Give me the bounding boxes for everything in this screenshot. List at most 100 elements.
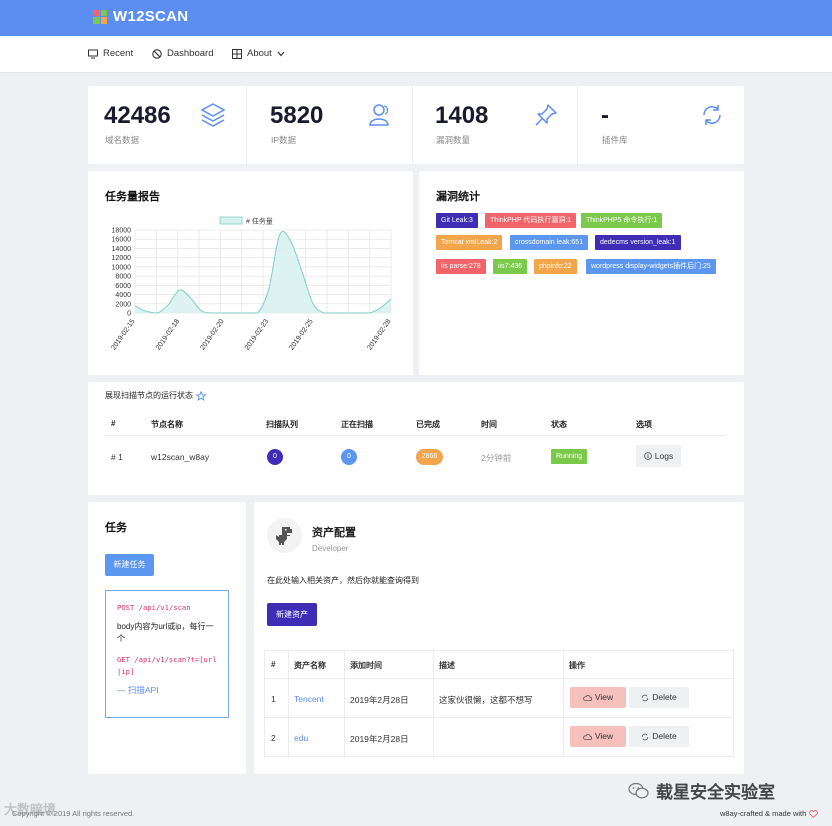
api-get: GET /api/v1/scan?t=[url|ip] (117, 655, 217, 676)
col-header: 操作 (569, 661, 585, 670)
stat-value: - (601, 102, 609, 129)
tasks-title: 任务 (105, 522, 127, 534)
delete-label: Delete (652, 731, 677, 741)
dashboard-icon (152, 48, 162, 59)
top-bar: W12SCAN (0, 0, 832, 36)
col-header: 状态 (551, 420, 567, 429)
col-header: 节点名称 (151, 420, 183, 429)
col-header: 资产名称 (294, 661, 326, 670)
asset-id: 1 (271, 694, 276, 704)
credit-text: w8ay-crafted & made with (720, 809, 807, 818)
node-time: 2分钟前 (481, 453, 512, 463)
vuln-tag[interactable]: Git Leak:3 (436, 213, 478, 228)
delete-button[interactable]: Delete (629, 687, 689, 708)
col-header: 正在扫描 (341, 420, 373, 429)
col-header: # (271, 660, 276, 669)
footer: 大数暗境 Copyright © 2019 All rights reserve… (0, 782, 832, 826)
vuln-tag[interactable]: dedecms version_leak:1 (595, 235, 681, 250)
vuln-tag[interactable]: Tomcat xmlLeak:2 (436, 235, 503, 250)
assets-table: # 资产名称 添加时间 描述 操作 1 Tencent 2019年2月28日 这… (264, 650, 734, 757)
nav-bar: Recent Dashboard About (0, 36, 832, 73)
col-header: 已完成 (416, 420, 440, 429)
y-tick-label: 12000 (112, 255, 132, 262)
col-header: 选项 (636, 420, 652, 429)
y-tick-label: 4000 (115, 292, 131, 299)
task-chart: 0 2000 4000 6000 8000 10000 12000 14000 16000 180… (110, 216, 392, 352)
x-tick-label: 2019-02-20 (199, 318, 225, 351)
nav-dashboard[interactable]: Dashboard (152, 48, 213, 59)
asset-name-link[interactable]: Tencent (294, 694, 324, 704)
nav-recent[interactable]: Recent (88, 48, 133, 59)
vuln-tag[interactable]: crossdomain leak:651 (510, 235, 589, 250)
scanning-badge: 0 (341, 449, 357, 465)
status-badge: Running (551, 449, 588, 464)
app-logo-icon (93, 9, 107, 24)
x-tick-label: 2019-02-18 (155, 318, 181, 351)
brand[interactable]: W12SCAN (93, 8, 188, 25)
api-desc: body内容为url或ip，每行一个 (117, 622, 214, 643)
stat-value: 5820 (270, 102, 324, 129)
delete-button[interactable]: Delete (629, 726, 689, 747)
copyright: Copyright © 2019 All rights reserved. (12, 809, 135, 818)
vuln-stats-title: 漏洞统计 (436, 191, 480, 203)
view-button[interactable]: View (570, 726, 626, 747)
vuln-tag[interactable]: phpinfo:22 (534, 259, 577, 274)
view-button[interactable]: View (570, 687, 626, 708)
refresh-small-icon (642, 733, 649, 740)
pin-icon (535, 104, 557, 126)
chevron-down-icon (277, 51, 285, 56)
nodes-card: 展现扫描节点的运行状态 # 节点名称 扫描队列 正在扫描 已完成 时间 状态 选… (88, 382, 744, 495)
col-header: 添加时间 (350, 661, 382, 670)
vuln-tag[interactable]: ThinkPHP5 命令执行:1 (581, 213, 663, 228)
stat-label: IP数据 (271, 135, 297, 145)
new-asset-button[interactable]: 新建资产 (267, 603, 317, 626)
y-tick-label: 2000 (115, 301, 131, 308)
nodes-title: 展现扫描节点的运行状态 (105, 390, 206, 401)
star-icon[interactable] (196, 390, 206, 401)
col-header: 扫描队列 (266, 420, 298, 429)
dinosaur-icon (276, 527, 292, 545)
users-icon (369, 104, 389, 126)
col-header: # (111, 419, 116, 428)
app-title: W12SCAN (113, 8, 189, 25)
stat-value: 1408 (435, 102, 489, 129)
x-tick-label: 2019-02-15 (110, 318, 136, 351)
info-icon (643, 452, 652, 460)
vuln-tag[interactable]: iis7:436 (493, 259, 528, 274)
x-tick-label: 2019-02-25 (288, 318, 314, 351)
asset-desc: 这家伙很懒，这都不想写 (439, 695, 533, 705)
vuln-tag[interactable]: wordpress display-widgets插件后门:25 (586, 259, 716, 274)
api-link[interactable]: — 扫描API (117, 684, 217, 696)
logs-label: Logs (654, 451, 674, 461)
asset-name-link[interactable]: edu (294, 733, 308, 743)
node-name: w12scan_w8ay (151, 452, 210, 462)
new-task-button[interactable]: 新建任务 (105, 554, 154, 576)
layers-icon (200, 103, 226, 127)
nav-about-label: About (247, 48, 272, 59)
vuln-tag[interactable]: iis parse:278 (436, 259, 486, 274)
wechat-icon (628, 782, 649, 798)
assets-card: 资产配置 Developer 在此处输入相关资产，然后你就能查询得到 新建资产 … (254, 502, 744, 774)
y-tick-label: 8000 (115, 274, 131, 281)
monitor-icon (88, 49, 98, 58)
stat-value: 42486 (104, 102, 171, 129)
cloud-icon (583, 734, 592, 740)
assets-title: 资产配置 (312, 527, 356, 539)
watermark-text: 载星安全实验室 (656, 783, 775, 802)
y-tick-label: 0 (127, 311, 131, 318)
y-tick-label: 10000 (112, 264, 132, 271)
nav-about[interactable]: About (232, 48, 285, 59)
queue-badge: 0 (267, 449, 283, 465)
stat-label: 插件库 (602, 135, 628, 145)
col-header: 时间 (481, 420, 497, 429)
view-label: View (594, 692, 614, 702)
cloud-icon (583, 695, 592, 701)
avatar (267, 518, 302, 553)
y-tick-label: 16000 (112, 237, 132, 244)
vuln-tag[interactable]: ThinkPHP 代码执行漏洞:1 (485, 213, 577, 228)
view-label: View (594, 731, 614, 741)
y-tick-label: 18000 (112, 228, 132, 235)
stats-card: 42486 域名数据 5820 IP数据 1408 漏洞数量 - 插件库 (88, 86, 744, 164)
legend-swatch (219, 216, 243, 225)
logs-button[interactable]: Logs (636, 445, 681, 467)
